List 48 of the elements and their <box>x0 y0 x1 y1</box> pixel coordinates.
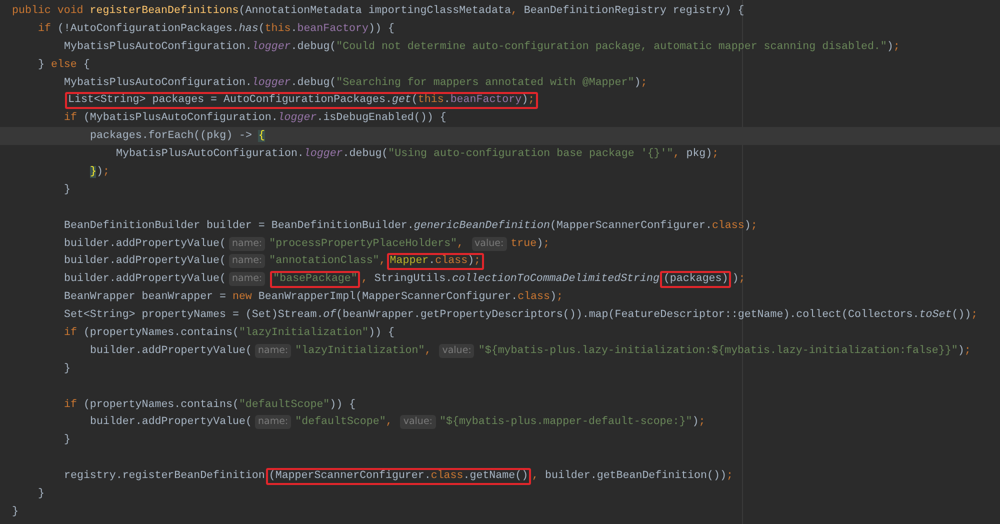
code-text: "processPropertyPlaceHolders", <box>269 238 464 250</box>
code-text: BeanDefinitionBuilder builder = BeanDefinitionBuilder.genericBeanDefinition(MapperScannerConfigurer.class); <box>64 220 758 232</box>
code-text: "defaultScope", <box>295 416 392 428</box>
code-text: (packages) <box>663 273 728 286</box>
parameter-hint: name: <box>254 415 292 430</box>
code-text: } <box>64 362 70 375</box>
code-text: if (MybatisPlusAutoConfiguration.logger.isDebugEnabled()) { <box>64 112 446 124</box>
code-text: public void registerBeanDefinitions(AnnotationMetadata importingClassMetadata, BeanDefinitionRegistry registry) { <box>12 4 744 17</box>
code-text: }); <box>90 166 110 178</box>
code-text: MybatisPlusAutoConfiguration.logger.debug("Could not determine auto-configuration package, automatic mapper scanning disabled."); <box>64 40 900 53</box>
code-text: } else { <box>38 58 90 71</box>
code-text: "${mybatis-plus.lazy-initialization:${mybatis.lazy-initialization:false}}"); <box>478 344 971 357</box>
code-text: builder.addPropertyValue( <box>64 255 226 268</box>
parameter-hint: name: <box>228 254 266 268</box>
code-text: "basePackage" <box>273 273 358 286</box>
code-text: if (propertyNames.contains("defaultScope")) { <box>64 398 356 411</box>
code-text: true); <box>510 238 550 250</box>
code-text: MybatisPlusAutoConfiguration.logger.debug("Searching for mappers annotated with @Mapper"); <box>64 76 648 88</box>
parameter-hint: value: <box>439 344 474 358</box>
code-text: builder.addPropertyValue( <box>90 416 252 428</box>
code-text: BeanWrapper beanWrapper = new BeanWrapperImpl(MapperScannerConfigurer.class); <box>64 291 563 304</box>
code-text: "${mybatis-plus.mapper-default-scope:}"); <box>440 416 706 428</box>
code-text: "lazyInitialization", <box>295 344 432 357</box>
code-text: builder.addPropertyValue( <box>90 344 252 357</box>
code-text: MybatisPlusAutoConfiguration.logger.debug("Using auto-configuration base package '{}'", pkg); <box>116 148 719 160</box>
parameter-hint: name: <box>228 272 266 286</box>
code-text: } <box>64 184 70 196</box>
code-text: "annotationClass", <box>269 255 386 268</box>
parameter-hint: name: <box>254 344 292 358</box>
parameter-hint: value: <box>472 236 507 251</box>
parameter-hint: value: <box>400 415 436 430</box>
code-text: , builder.getBeanDefinition()); <box>532 470 733 482</box>
code-text: Set<String> propertyNames = (Set)Stream.of(beanWrapper.getPropertyDescriptors()).map(FeatureDescriptor::getName).collect(Collectors.toSet()); <box>64 309 978 322</box>
code-text: ); <box>732 273 746 286</box>
code-text: , StringUtils.collectionToCommaDelimitedString <box>361 273 660 286</box>
code-text: } <box>38 488 44 500</box>
parameter-hint: name: <box>228 236 266 251</box>
code-text: List<String> packages = AutoConfigurationPackages.get(this.beanFactory); <box>68 94 535 106</box>
code-text: registry.registerBeanDefinition <box>64 470 265 482</box>
code-text: if (!AutoConfigurationPackages.has(this.beanFactory)) { <box>38 22 394 35</box>
code-text: builder.addPropertyValue( <box>64 273 226 286</box>
code-text: } <box>64 434 70 446</box>
code-text: builder.addPropertyValue( <box>64 238 226 250</box>
code-text: (MapperScannerConfigurer.class.getName() <box>268 470 528 482</box>
code-text: if (propertyNames.contains("lazyInitialization")) { <box>64 326 394 339</box>
code-text: packages.forEach((pkg) -> { <box>90 130 265 142</box>
code-text: Mapper.class); <box>390 255 481 268</box>
code-text: } <box>12 506 18 518</box>
